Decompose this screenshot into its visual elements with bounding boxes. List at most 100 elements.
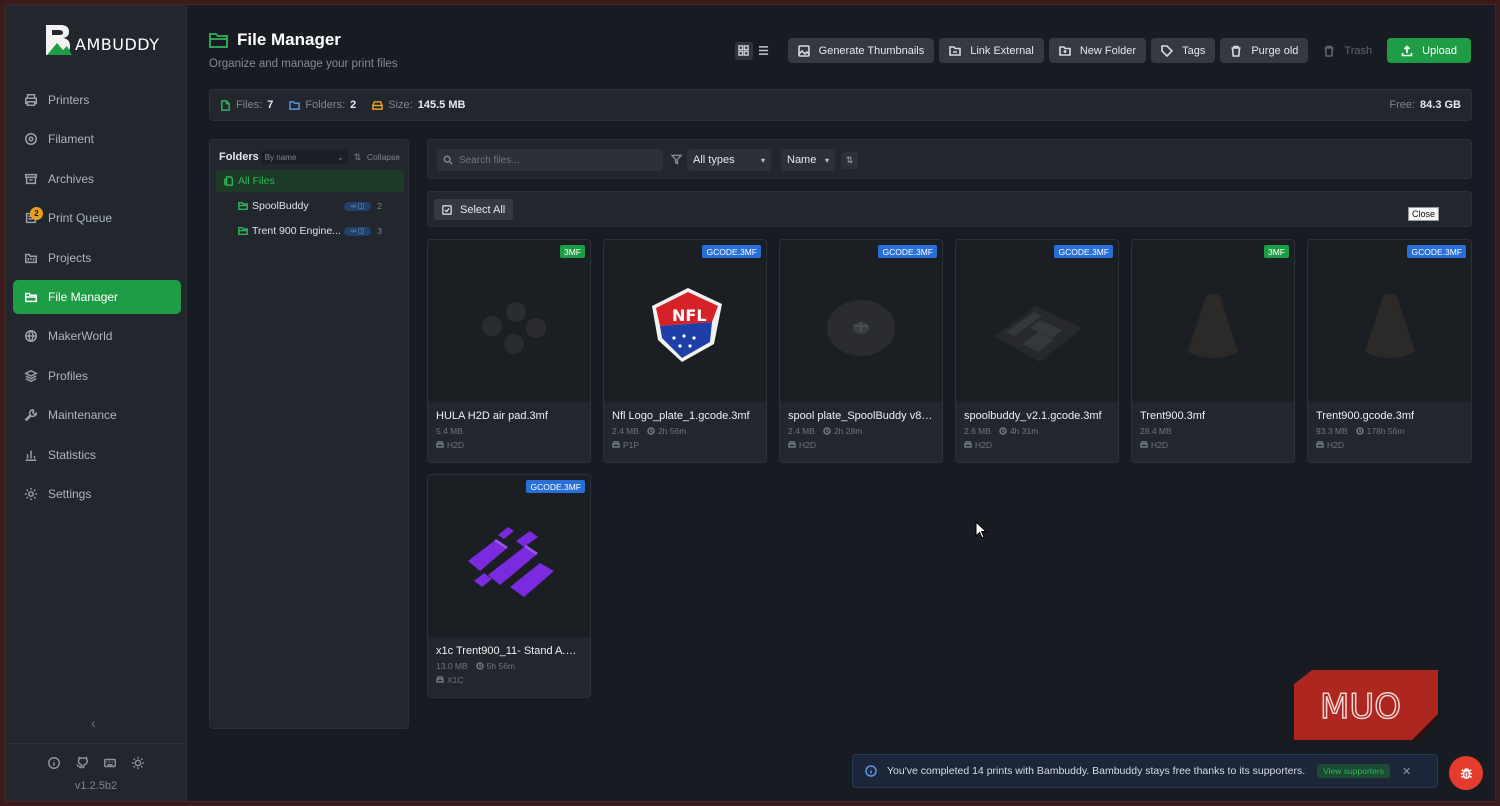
- report-bug-button[interactable]: [1449, 756, 1483, 790]
- folder-sort-select[interactable]: By name ⌄: [261, 150, 348, 164]
- grid-icon: [738, 45, 749, 56]
- keyboard-icon[interactable]: [103, 756, 117, 770]
- total-size: 145.5 MB: [417, 99, 466, 111]
- sidebar-item-projects[interactable]: Projects: [13, 241, 181, 275]
- chevron-down-icon: ▾: [760, 155, 765, 165]
- folder-plus-icon: [1059, 45, 1071, 56]
- page-header: File Manager: [209, 30, 341, 50]
- free-space-stat: Free: 84.3 GB: [1389, 99, 1461, 111]
- size-stat: Size: 145.5 MB: [372, 99, 465, 111]
- file-thumbnail: GCODE.3MF: [1308, 240, 1471, 402]
- file-size: 2.4 MB: [788, 426, 815, 436]
- file-card[interactable]: GCODE.3MF spoolbuddy_v2.1.gcode.3mf 2.6 …: [955, 239, 1119, 463]
- file-icon: [221, 99, 230, 111]
- info-icon[interactable]: [47, 756, 61, 770]
- sidebar-item-filament[interactable]: Filament: [13, 122, 181, 156]
- file-name: spool plate_SpoolBuddy v86_...: [788, 410, 934, 422]
- folders-stat: Folders: 2: [289, 99, 356, 111]
- folder-item[interactable]: SpoolBuddy ∞ ◫ 2: [216, 195, 404, 217]
- sidebar-nav: Printers Filament Archives 2 Print Queue…: [13, 83, 181, 516]
- free-space-label: Free:: [1389, 99, 1416, 111]
- sidebar-item-label: Profiles: [48, 368, 89, 383]
- sort-direction-button[interactable]: ⇅: [841, 152, 858, 169]
- select-all-button[interactable]: Select All: [434, 199, 514, 220]
- gear-icon: [24, 487, 38, 501]
- clock-icon: [647, 427, 655, 435]
- layers-icon: [24, 369, 38, 382]
- sort-direction-icon[interactable]: ⇅: [354, 152, 362, 163]
- new-folder-button[interactable]: New Folder: [1048, 38, 1147, 63]
- sidebar-item-maintenance[interactable]: Maintenance: [13, 398, 181, 432]
- sidebar-item-print-queue[interactable]: 2 Print Queue: [13, 201, 181, 235]
- collapse-sidebar-icon[interactable]: ‹: [91, 715, 96, 731]
- file-size: 13.0 MB: [436, 661, 468, 671]
- toolbar: Generate Thumbnails Link External New Fo…: [734, 38, 1471, 63]
- file-thumbnail: 3MF: [1132, 240, 1294, 402]
- printer-model: H2D: [447, 440, 465, 450]
- file-card[interactable]: NFL GCODE.3MF Nfl Logo_plate_1.gcode.3mf…: [603, 239, 767, 463]
- sidebar-item-settings[interactable]: Settings: [13, 477, 181, 511]
- type-filter-select[interactable]: All types ▾: [687, 149, 771, 171]
- folder-count: 3: [377, 226, 382, 236]
- file-thumbnail: GCODE.3MF: [956, 240, 1118, 402]
- file-thumbnail: GCODE.3MF: [780, 240, 942, 402]
- list-view-button[interactable]: [755, 42, 773, 60]
- selection-bar: Select All: [427, 191, 1472, 227]
- folder-all-files[interactable]: All Files: [216, 170, 404, 192]
- close-notification-icon[interactable]: ✕: [1402, 765, 1411, 778]
- clock-icon: [1355, 427, 1364, 435]
- file-name: Nfl Logo_plate_1.gcode.3mf: [612, 410, 750, 422]
- tags-button[interactable]: Tags: [1151, 38, 1216, 63]
- grid-view-button[interactable]: [734, 41, 753, 60]
- purge-old-button[interactable]: Purge old: [1220, 38, 1309, 63]
- view-supporters-button[interactable]: View supporters: [1317, 764, 1390, 778]
- trash-button[interactable]: Trash: [1313, 38, 1382, 63]
- app-logo[interactable]: AMBUDDY: [43, 23, 159, 57]
- folders-title: Folders: [219, 151, 259, 163]
- sort-value: Name: [787, 154, 817, 166]
- sidebar-item-printers[interactable]: Printers: [13, 83, 181, 117]
- link-external-button[interactable]: Link External: [939, 38, 1044, 63]
- printer-model: X1C: [447, 675, 464, 685]
- sort-select[interactable]: Name ▾: [781, 149, 835, 171]
- free-space-value: 84.3 GB: [1420, 99, 1461, 111]
- file-card[interactable]: 3MF Trent900.3mf 28.4 MB H2D: [1131, 239, 1295, 463]
- linked-folder-icon: ∞ ◫: [344, 226, 372, 236]
- tag-icon: [1161, 44, 1174, 57]
- file-card[interactable]: GCODE.3MF spool plate_SpoolBuddy v86_...…: [779, 239, 943, 463]
- print-time: 2h 56m: [657, 426, 687, 436]
- archive-icon: [25, 173, 37, 184]
- upload-button[interactable]: Upload: [1387, 38, 1471, 63]
- printer-model: H2D: [1327, 440, 1345, 450]
- file-card[interactable]: GCODE.3MF Trent900.gcode.3mf 93.3 MB 178h…: [1307, 239, 1472, 463]
- generate-thumbnails-button[interactable]: Generate Thumbnails: [787, 38, 935, 63]
- folders-count: 2: [350, 99, 357, 111]
- sidebar: AMBUDDY Printers Filament Archives 2 Pri…: [5, 5, 187, 801]
- file-type-badge: GCODE.3MF: [702, 245, 761, 258]
- chevron-down-icon: ▾: [824, 155, 829, 165]
- printer-icon: [964, 441, 972, 448]
- print-time: 178h 56m: [1366, 426, 1405, 436]
- clock-icon: [823, 427, 831, 435]
- sidebar-item-archives[interactable]: Archives: [13, 162, 181, 196]
- folder-item[interactable]: Trent 900 Engine... ∞ ◫ 3: [216, 220, 404, 242]
- sidebar-item-file-manager[interactable]: File Manager: [13, 279, 181, 314]
- spoolbuddy-model-icon: [994, 306, 1082, 362]
- clock-icon: [999, 427, 1007, 435]
- search-input[interactable]: Search files...: [437, 149, 663, 171]
- sidebar-item-statistics[interactable]: Statistics: [13, 438, 181, 472]
- file-card[interactable]: GCODE.3MF x1c Trent900_11- Stand A.gc...…: [427, 474, 591, 698]
- close-tooltip: Close: [1408, 207, 1440, 221]
- globe-icon: [25, 330, 37, 343]
- mouse-cursor-icon: [975, 521, 988, 539]
- trent900-model-icon: [1364, 294, 1415, 358]
- collapse-folders-button[interactable]: Collapse: [367, 152, 400, 162]
- sidebar-item-label: Filament: [48, 132, 95, 147]
- file-card[interactable]: 3MF HULA H2D air pad.3mf 5.4 MB H2D: [427, 239, 591, 463]
- printer-icon: [436, 441, 444, 448]
- theme-sun-icon[interactable]: [131, 756, 145, 770]
- sidebar-item-makerworld[interactable]: MakerWorld: [13, 319, 181, 353]
- folder-open-icon: [25, 292, 37, 303]
- sidebar-item-profiles[interactable]: Profiles: [13, 359, 181, 393]
- github-icon[interactable]: [75, 756, 89, 770]
